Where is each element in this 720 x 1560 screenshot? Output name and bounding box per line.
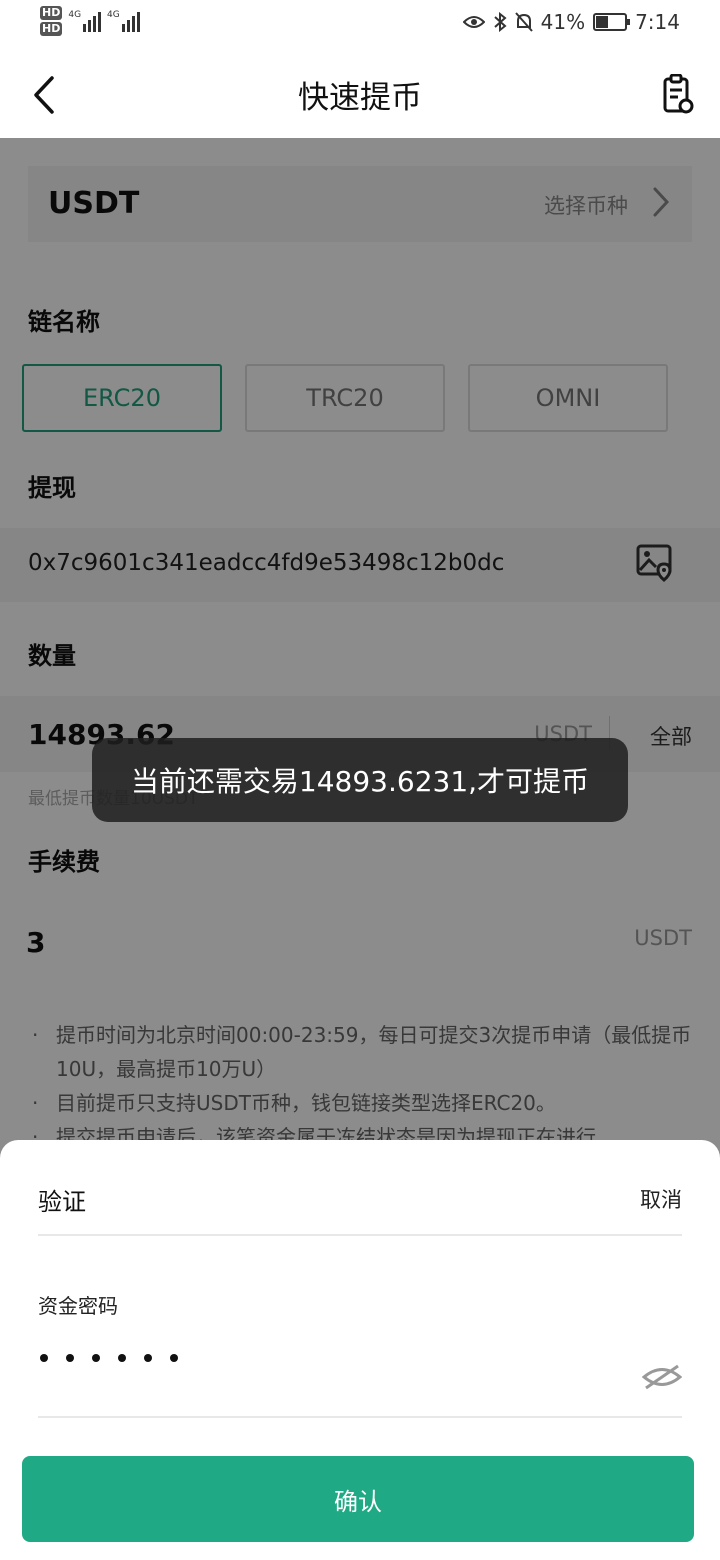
eye-icon — [462, 16, 485, 28]
password-label: 资金密码 — [38, 1294, 118, 1318]
clipboard-icon[interactable] — [662, 74, 694, 114]
battery-icon — [593, 13, 631, 31]
password-underline — [38, 1416, 682, 1418]
password-dot — [144, 1354, 152, 1362]
bluetooth-icon — [493, 12, 507, 32]
clock: 7:14 — [635, 10, 680, 34]
status-right: 41% 7:14 — [462, 10, 680, 34]
signal-2: 4G — [107, 6, 140, 32]
status-left: HD HD 4G 4G — [40, 6, 140, 36]
sheet-divider — [38, 1234, 682, 1236]
eye-off-icon[interactable] — [642, 1362, 682, 1392]
net-type-1: 4G — [68, 10, 82, 20]
app-header: 快速提币 — [0, 52, 720, 138]
toast-message: 当前还需交易14893.6231,才可提币 — [92, 738, 628, 822]
password-dot — [118, 1354, 126, 1362]
verify-sheet: 验证 取消 资金密码 确认 — [0, 1140, 720, 1560]
signal-bar — [121, 24, 125, 32]
hd-badge-1: HD — [40, 6, 63, 20]
mute-bell-icon — [514, 12, 533, 32]
battery-fill — [596, 16, 608, 28]
password-dot — [66, 1354, 74, 1362]
signal-bar — [131, 16, 135, 32]
net-type-2: 4G — [107, 10, 120, 20]
signal-bar — [83, 24, 87, 32]
signal-1: 4G — [68, 6, 102, 32]
signal-bar — [98, 12, 102, 32]
hd-indicators: HD HD — [40, 6, 63, 36]
page-title: 快速提币 — [298, 80, 422, 116]
status-bar: HD HD 4G 4G 41% 7:14 — [0, 0, 720, 52]
sheet-title: 验证 — [38, 1188, 86, 1216]
password-dot — [40, 1354, 48, 1362]
password-dot — [92, 1354, 100, 1362]
battery-percent: 41% — [540, 10, 586, 34]
password-input[interactable] — [40, 1354, 178, 1362]
signal-bar — [93, 16, 97, 32]
hd-badge-2: HD — [40, 22, 63, 36]
confirm-button[interactable]: 确认 — [22, 1456, 694, 1542]
password-dot — [170, 1354, 178, 1362]
signal-bar — [88, 20, 92, 32]
cancel-button[interactable]: 取消 — [640, 1184, 682, 1214]
signal-bar — [136, 12, 140, 32]
signal-bar — [126, 20, 130, 32]
